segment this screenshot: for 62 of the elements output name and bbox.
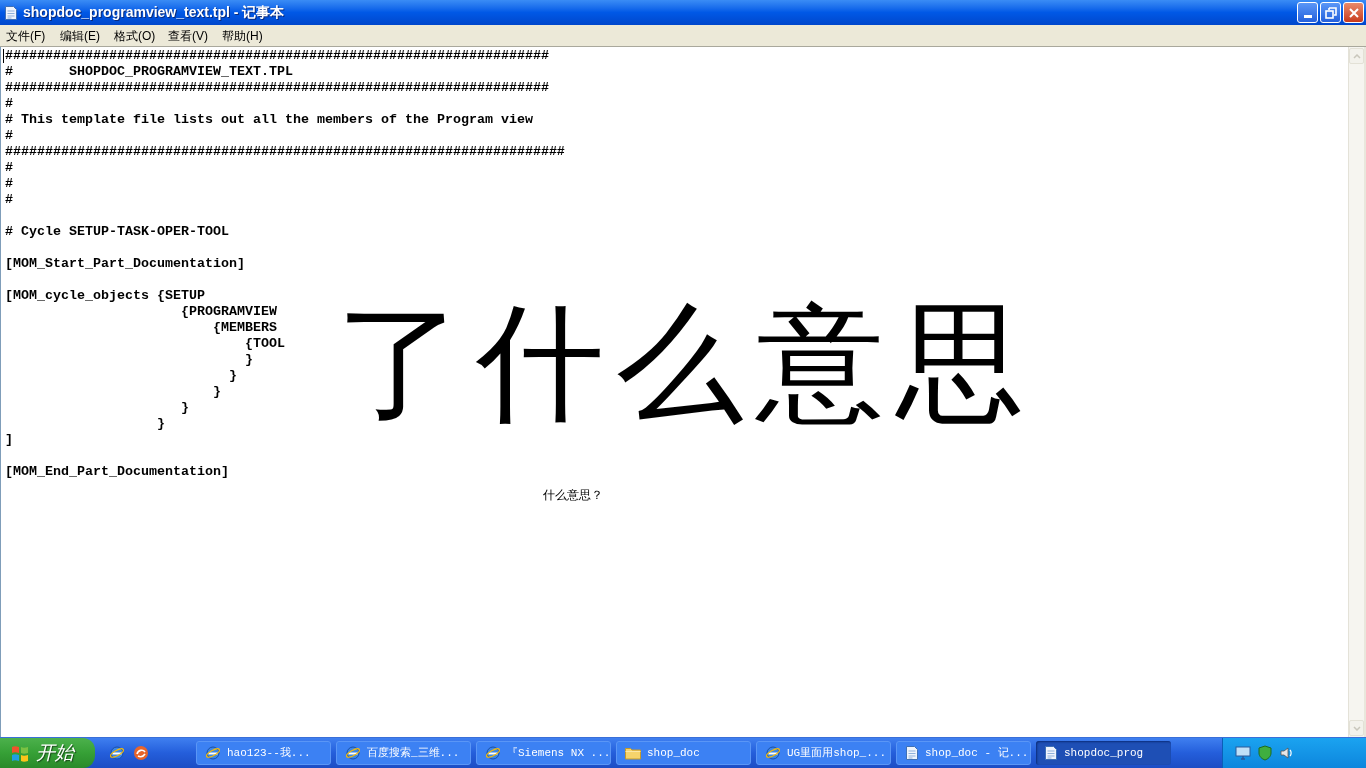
globe-icon (485, 745, 501, 761)
restore-button[interactable] (1320, 2, 1341, 23)
globe-icon (765, 745, 781, 761)
menu-item[interactable]: 查看(V) (165, 27, 219, 44)
start-button[interactable]: 开始 (0, 738, 95, 768)
taskbar-button[interactable]: hao123--我... (196, 741, 331, 765)
text-line: {PROGRAMVIEW (179, 304, 277, 320)
globe-icon[interactable] (109, 745, 125, 761)
text-line: #################################################################### (5, 80, 549, 96)
text-line: #################################################################### (5, 48, 549, 64)
window-title: shopdoc_programview_text.tpl - 记事本 (23, 3, 285, 22)
text-line: [MOM_End_Part_Documentation] (5, 464, 229, 480)
text-cursor (3, 49, 4, 63)
globe-icon (205, 745, 221, 761)
chevron-down-icon (1352, 725, 1361, 731)
taskbar-button[interactable]: 『Siemens NX ... (476, 741, 611, 765)
text-line: } (155, 416, 165, 432)
note-text: 什么意思？ (543, 489, 603, 503)
restore-icon (1324, 6, 1337, 19)
taskbar-button[interactable]: UG里面用shop_... (756, 741, 891, 765)
taskbar-button[interactable]: shopdoc_prog (1036, 741, 1171, 765)
menu-item[interactable]: 帮助(H) (219, 27, 273, 44)
text-line: # Cycle SETUP-TASK-OPER-TOOL (5, 224, 229, 240)
speaker-icon[interactable] (1279, 745, 1295, 761)
text-line: } (179, 400, 189, 416)
minimize-icon (1303, 15, 1312, 18)
text-line: } (211, 384, 221, 400)
taskbar-button[interactable]: shop_doc - 记... (896, 741, 1031, 765)
text-line: ] (5, 432, 13, 448)
notepad-icon (1044, 745, 1058, 761)
notepad-icon (4, 4, 18, 21)
handwritten-text: 了什么意思 (336, 299, 1036, 447)
text-line: [MOM_cycle_objects {SETUP (5, 288, 205, 304)
text-editor[interactable] (0, 47, 1348, 737)
text-line: {MEMBERS (211, 320, 277, 336)
text-line: # SHOPDOC_PROGRAMVIEW_TEXT.TPL (5, 64, 293, 80)
text-line: } (227, 368, 237, 384)
chevron-up-icon (1352, 53, 1361, 59)
text-line: # (5, 96, 13, 112)
close-button[interactable] (1343, 2, 1364, 23)
menu-item[interactable]: 文件(F) (3, 27, 57, 44)
folder-icon (625, 746, 641, 760)
monitor-icon[interactable] (1235, 745, 1251, 761)
text-line: # (5, 128, 13, 144)
menu-item[interactable]: 格式(O) (111, 27, 165, 44)
text-line: # (5, 160, 13, 176)
text-line: {TOOL (243, 336, 285, 352)
text-line: ###################################################################### (5, 144, 565, 160)
text-line: # (5, 192, 13, 208)
flag-icon (10, 743, 30, 763)
swirl-icon[interactable] (133, 745, 149, 761)
notepad-icon (905, 745, 919, 761)
text-line: # (5, 176, 13, 192)
text-line: } (243, 352, 253, 368)
minimize-button[interactable] (1297, 2, 1318, 23)
text-line: # This template file lists out all the members of the Program view (5, 112, 533, 128)
text-line: [MOM_Start_Part_Documentation] (5, 256, 245, 272)
taskbar-button[interactable]: shop_doc (616, 741, 751, 765)
close-icon (1348, 7, 1359, 18)
taskbar-button[interactable]: 百度搜索_三维... (336, 741, 471, 765)
globe-icon (345, 745, 361, 761)
menu-item[interactable]: 编辑(E) (57, 27, 111, 44)
